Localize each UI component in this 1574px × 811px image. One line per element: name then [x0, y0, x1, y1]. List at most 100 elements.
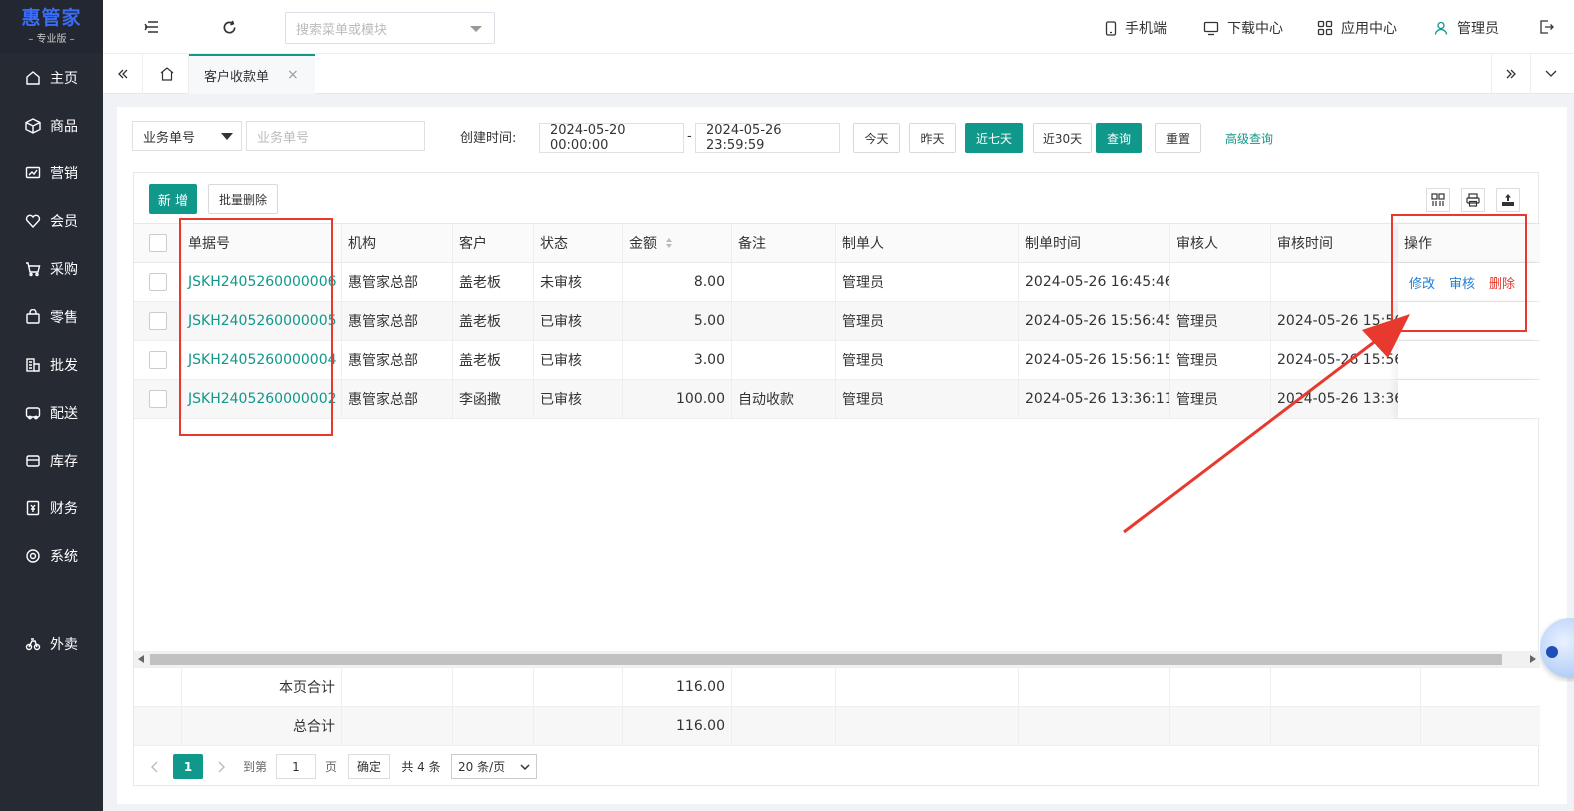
sidebar-item-wholesale[interactable]: 批发 [0, 345, 103, 385]
header-creator[interactable]: 制单人 [836, 224, 1019, 262]
add-button[interactable]: 新 增 [149, 184, 197, 214]
refresh-icon[interactable] [220, 18, 238, 36]
sidebar-item-purchase[interactable]: 采购 [0, 249, 103, 289]
header-customer[interactable]: 客户 [453, 224, 534, 262]
next-page-icon[interactable] [214, 754, 230, 779]
page-1-button[interactable]: 1 [173, 754, 203, 779]
scroll-thumb[interactable] [150, 654, 1502, 665]
header-doc-no[interactable]: 单据号 [182, 224, 342, 262]
sidebar-item-system[interactable]: 系统 [0, 536, 103, 576]
horizontal-scrollbar[interactable] [134, 651, 1540, 667]
menu-search-input[interactable]: 搜索菜单或模块 [285, 12, 495, 44]
tab-home-icon[interactable] [145, 54, 189, 94]
sum-empty-cell [836, 707, 1019, 745]
columns-icon[interactable] [1426, 188, 1450, 212]
edit-link[interactable]: 修改 [1409, 273, 1435, 292]
header-created-at[interactable]: 制单时间 [1019, 224, 1170, 262]
sidebar-item-goods[interactable]: 商品 [0, 106, 103, 146]
bike-icon [24, 635, 42, 653]
field-select[interactable]: 业务单号 [132, 121, 242, 151]
delete-link[interactable]: 删除 [1489, 273, 1515, 292]
ops-cell: 修改 审核 删除 [1398, 263, 1540, 301]
scroll-right-arrow-icon [1530, 655, 1536, 663]
export-icon[interactable] [1496, 188, 1520, 212]
doc-no-link[interactable]: JSKH2405260000005 [182, 302, 342, 340]
sidebar-item-home[interactable]: 主页 [0, 58, 103, 98]
sidebar-item-member[interactable]: 会员 [0, 201, 103, 241]
box-icon [24, 117, 42, 135]
row-checkbox[interactable] [148, 273, 167, 291]
header-status[interactable]: 状态 [534, 224, 623, 262]
row-select-cell [134, 302, 182, 340]
app-logo[interactable]: 惠管家 – 专业版 – [0, 0, 103, 53]
sidebar-item-takeout[interactable]: 外卖 [0, 624, 103, 664]
row-select-cell [134, 380, 182, 418]
header-org[interactable]: 机构 [342, 224, 453, 262]
row-checkbox[interactable] [148, 351, 167, 369]
sidebar-item-inventory[interactable]: 库存 [0, 441, 103, 481]
goto-page-input[interactable]: 1 [276, 754, 316, 779]
print-icon[interactable] [1461, 188, 1485, 212]
menu-toggle-icon[interactable] [143, 18, 161, 36]
app-center-link[interactable]: 应用中心 [1317, 18, 1397, 38]
sidebar-item-marketing[interactable]: 营销 [0, 153, 103, 193]
heart-icon [24, 212, 42, 230]
today-button[interactable]: 今天 [853, 123, 900, 153]
tabs-menu-chevron-down-icon[interactable] [1531, 54, 1571, 94]
chevron-down-icon [221, 133, 233, 140]
sum-empty-cell [1170, 668, 1271, 706]
tab-customer-receipt[interactable]: 客户收款单 × [189, 54, 315, 94]
sidebar-item-label: 财务 [50, 501, 78, 517]
header-amount[interactable]: 金额 [623, 224, 732, 262]
page-size-select[interactable]: 20 条/页 [451, 754, 537, 779]
header-audited-at[interactable]: 审核时间 [1271, 224, 1401, 262]
user-menu[interactable]: 管理员 [1433, 18, 1499, 38]
logout-icon[interactable] [1537, 18, 1555, 36]
advanced-query-link[interactable]: 高级查询 [1225, 130, 1273, 147]
sidebar-item-retail[interactable]: 零售 [0, 297, 103, 337]
row-checkbox[interactable] [148, 390, 167, 408]
last-30-days-button[interactable]: 近30天 [1033, 123, 1092, 153]
mobile-link[interactable]: 手机端 [1105, 18, 1167, 38]
last-7-days-button[interactable]: 近七天 [965, 123, 1023, 153]
floating-assistant-icon[interactable] [1540, 618, 1574, 682]
table-header: 单据号 机构 客户 状态 金额 备注 制单人 制单时间 审核人 审核时间 操作 [134, 223, 1540, 263]
doc-no-link[interactable]: JSKH2405260000004 [182, 341, 342, 379]
sum-empty-cell [342, 668, 453, 706]
sum-empty-cell [534, 668, 623, 706]
reset-button[interactable]: 重置 [1155, 123, 1201, 153]
doc-no-link[interactable]: JSKH2405260000002 [182, 380, 342, 418]
close-icon[interactable]: × [287, 67, 299, 83]
sum-empty-cell [732, 668, 836, 706]
doc-no-link[interactable]: JSKH2405260000006 [182, 263, 342, 301]
audited-at-cell [1271, 263, 1401, 301]
field-select-value: 业务单号 [143, 130, 196, 146]
goto-confirm-button[interactable]: 确定 [348, 754, 390, 779]
doc-no-placeholder: 业务单号 [257, 130, 310, 146]
yesterday-button[interactable]: 昨天 [909, 123, 956, 153]
audit-link[interactable]: 审核 [1449, 273, 1475, 292]
prev-page-icon[interactable] [146, 754, 162, 779]
doc-no-input[interactable]: 业务单号 [246, 121, 425, 151]
home-icon [24, 69, 42, 87]
sidebar-item-label: 主页 [50, 71, 78, 87]
sum-empty-cell [134, 668, 182, 706]
query-button[interactable]: 查询 [1096, 123, 1142, 153]
header-auditor[interactable]: 审核人 [1170, 224, 1271, 262]
sidebar: 惠管家 – 专业版 – 主页 商品 营销 会员 采购 零售 批发 配送 库存 财… [0, 0, 103, 811]
date-from-input[interactable]: 2024-05-20 00:00:00 [539, 123, 684, 153]
header-remark[interactable]: 备注 [732, 224, 836, 262]
tabs-scroll-left-icon[interactable] [103, 54, 143, 94]
select-all-checkbox[interactable] [148, 234, 167, 252]
tabs-scroll-right-icon[interactable] [1491, 54, 1531, 94]
inventory-icon [24, 452, 42, 470]
sidebar-item-finance[interactable]: 财务 [0, 488, 103, 528]
date-to-input[interactable]: 2024-05-26 23:59:59 [695, 123, 840, 153]
batch-delete-button[interactable]: 批量删除 [208, 184, 278, 214]
row-checkbox[interactable] [148, 312, 167, 330]
mobile-label: 手机端 [1125, 21, 1167, 37]
sidebar-item-label: 零售 [50, 310, 78, 326]
creator-cell: 管理员 [836, 341, 1019, 379]
sidebar-item-delivery[interactable]: 配送 [0, 393, 103, 433]
download-center-link[interactable]: 下载中心 [1203, 18, 1283, 38]
